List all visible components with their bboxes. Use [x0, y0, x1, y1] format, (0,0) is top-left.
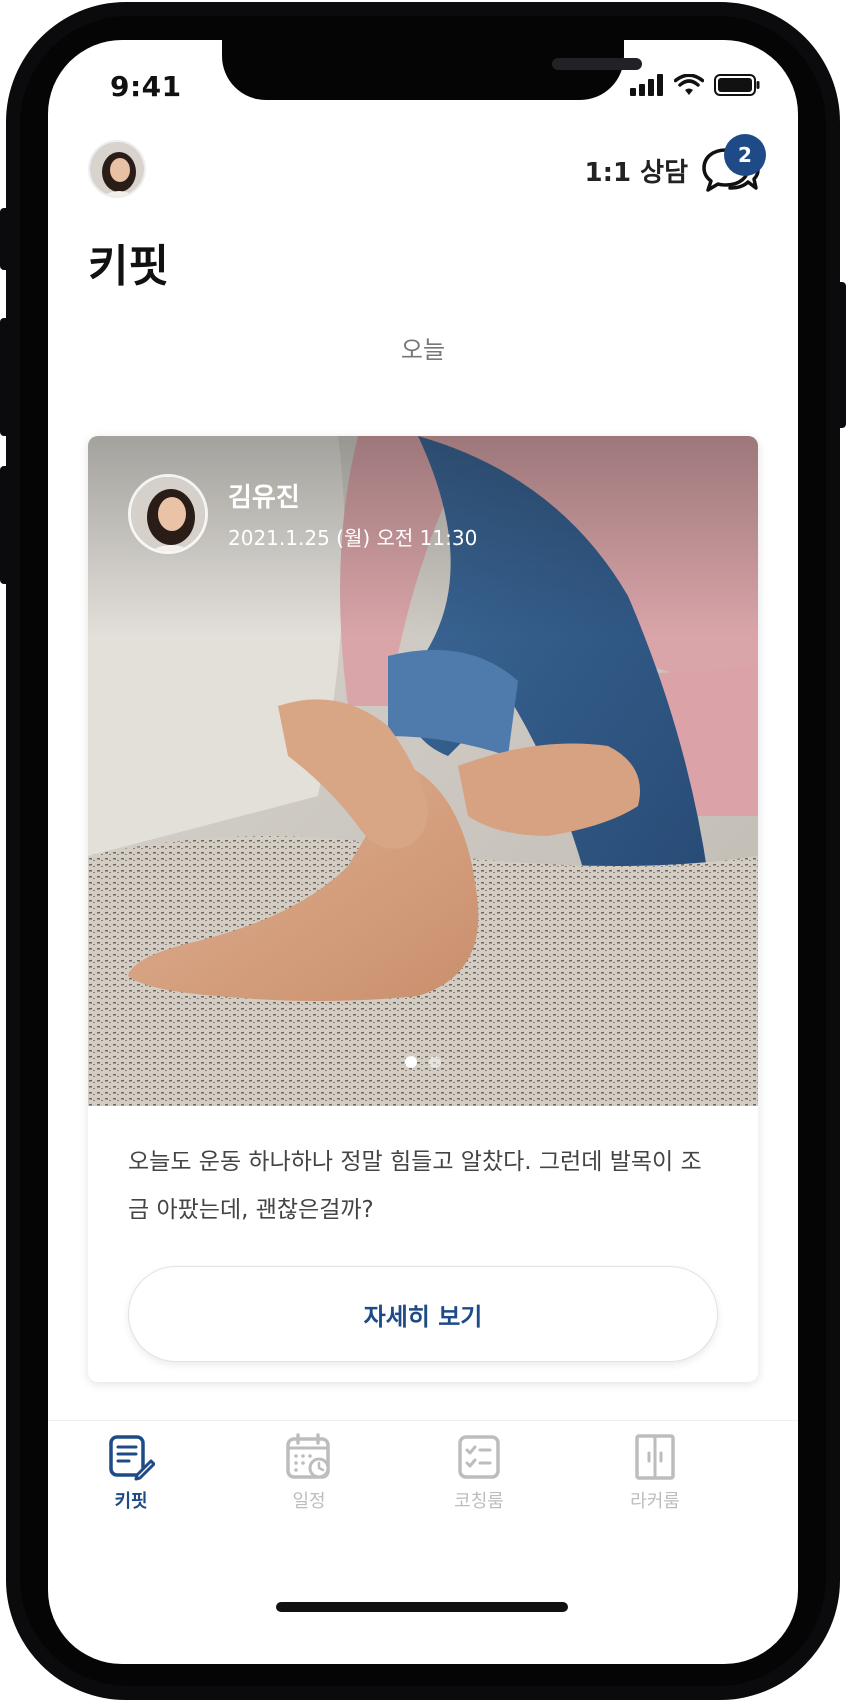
home-indicator[interactable]: [276, 1602, 568, 1612]
author-info: 김유진 2021.1.25 (월) 오전 11:30: [228, 477, 477, 551]
tab-locker-room[interactable]: 라커룸: [600, 1433, 710, 1513]
view-details-button[interactable]: 자세히 보기: [128, 1266, 718, 1362]
locker-icon: [635, 1434, 675, 1480]
tab-schedule[interactable]: 일정: [254, 1433, 364, 1513]
post-timestamp: 2021.1.25 (월) 오전 11:30: [228, 526, 478, 550]
note-edit-icon: [109, 1435, 155, 1481]
author-avatar-image: [131, 477, 205, 551]
page-title: 키핏: [88, 241, 169, 292]
tab-label-locker-room: 라커룸: [630, 1491, 680, 1512]
cellular-signal-icon: [630, 74, 663, 96]
carousel-indicator: [88, 1056, 758, 1068]
battery-icon: [714, 74, 760, 96]
phone-screen: 9:41 1:1 상담 2 키핏 오늘 김유진 2021.1.25 (월) 오전…: [48, 40, 798, 1664]
consult-button[interactable]: 1:1 상담 2: [584, 134, 766, 196]
app-screenshot: 9:41 1:1 상담 2 키핏 오늘 김유진 2021.1.25 (월) 오전…: [0, 0, 846, 1704]
notch: [222, 40, 642, 100]
carousel-dot-active[interactable]: [405, 1056, 417, 1068]
avatar-image: [90, 142, 144, 196]
date-section-label: 오늘: [400, 336, 446, 364]
tab-label-coaching-room: 코칭룸: [454, 1491, 504, 1512]
notification-badge: 2: [724, 134, 766, 176]
status-time: 9:41: [110, 70, 182, 103]
tab-coaching-room[interactable]: 코칭룸: [424, 1433, 534, 1513]
calendar-clock-icon: [286, 1433, 330, 1479]
author-name: 김유진: [228, 483, 300, 513]
profile-avatar[interactable]: [88, 140, 146, 198]
tab-label-schedule: 일정: [292, 1491, 326, 1512]
power-button: [832, 282, 846, 428]
carousel-dot[interactable]: [429, 1056, 441, 1068]
mute-switch: [0, 208, 14, 270]
wifi-icon: [674, 74, 704, 95]
status-icons: [630, 74, 760, 96]
checklist-icon: [458, 1435, 500, 1479]
post-card[interactable]: 김유진 2021.1.25 (월) 오전 11:30 오늘도 운동 하나하나 정…: [88, 436, 758, 1382]
bottom-tab-bar: 키핏 일정 코칭룸 라커룸: [48, 1420, 798, 1570]
post-text: 오늘도 운동 하나하나 정말 힘들고 알찼다. 그런데 발목이 조금 아팠는데,…: [128, 1149, 702, 1223]
tab-label-kifit: 키핏: [114, 1491, 148, 1512]
author-avatar[interactable]: [128, 474, 208, 554]
volume-down-button: [0, 466, 14, 584]
consult-label: 1:1 상담: [584, 157, 688, 188]
volume-up-button: [0, 318, 14, 436]
post-author: 김유진 2021.1.25 (월) 오전 11:30: [128, 474, 477, 554]
chat-icon: 2: [700, 134, 766, 196]
tab-kifit[interactable]: 키핏: [76, 1433, 186, 1513]
speaker-grille: [552, 58, 642, 70]
